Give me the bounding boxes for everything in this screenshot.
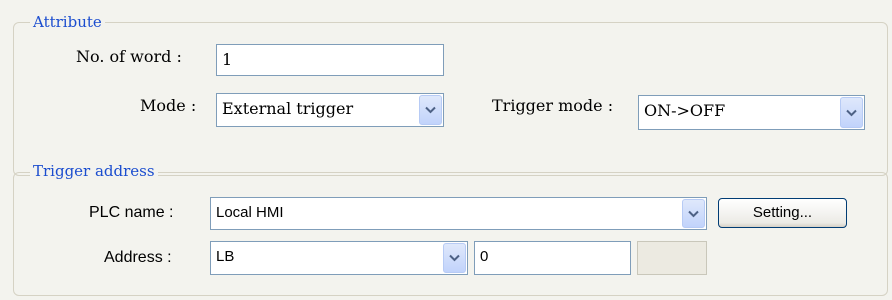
no-of-word-label: No. of word : xyxy=(76,47,182,66)
no-of-word-input[interactable]: 1 xyxy=(216,44,444,76)
plc-name-label: PLC name : xyxy=(89,204,174,221)
trigger-mode-select[interactable]: ON->OFF xyxy=(638,95,865,130)
trigger-address-group-title: Trigger address xyxy=(30,162,158,180)
trigger-mode-select-value: ON->OFF xyxy=(644,101,726,120)
chevron-down-icon[interactable] xyxy=(443,243,466,273)
plc-name-select-value: Local HMI xyxy=(216,204,284,221)
plc-name-select[interactable]: Local HMI xyxy=(210,197,707,230)
address-label: Address : xyxy=(104,249,172,266)
chevron-down-icon[interactable] xyxy=(682,199,705,228)
address-device-select-value: LB xyxy=(216,248,235,265)
address-extra-field xyxy=(637,241,707,275)
chevron-down-icon[interactable] xyxy=(840,97,863,128)
address-number-input[interactable]: 0 xyxy=(474,241,631,275)
setting-button[interactable]: Setting... xyxy=(718,198,847,228)
trigger-mode-label: Trigger mode : xyxy=(492,96,614,115)
trigger-address-group xyxy=(13,172,888,296)
address-device-select[interactable]: LB xyxy=(210,241,468,275)
mode-select-value: External trigger xyxy=(222,99,354,118)
attribute-group-title: Attribute xyxy=(30,13,105,31)
mode-label: Mode : xyxy=(140,96,197,115)
mode-select[interactable]: External trigger xyxy=(216,93,444,127)
chevron-down-icon[interactable] xyxy=(419,95,442,125)
